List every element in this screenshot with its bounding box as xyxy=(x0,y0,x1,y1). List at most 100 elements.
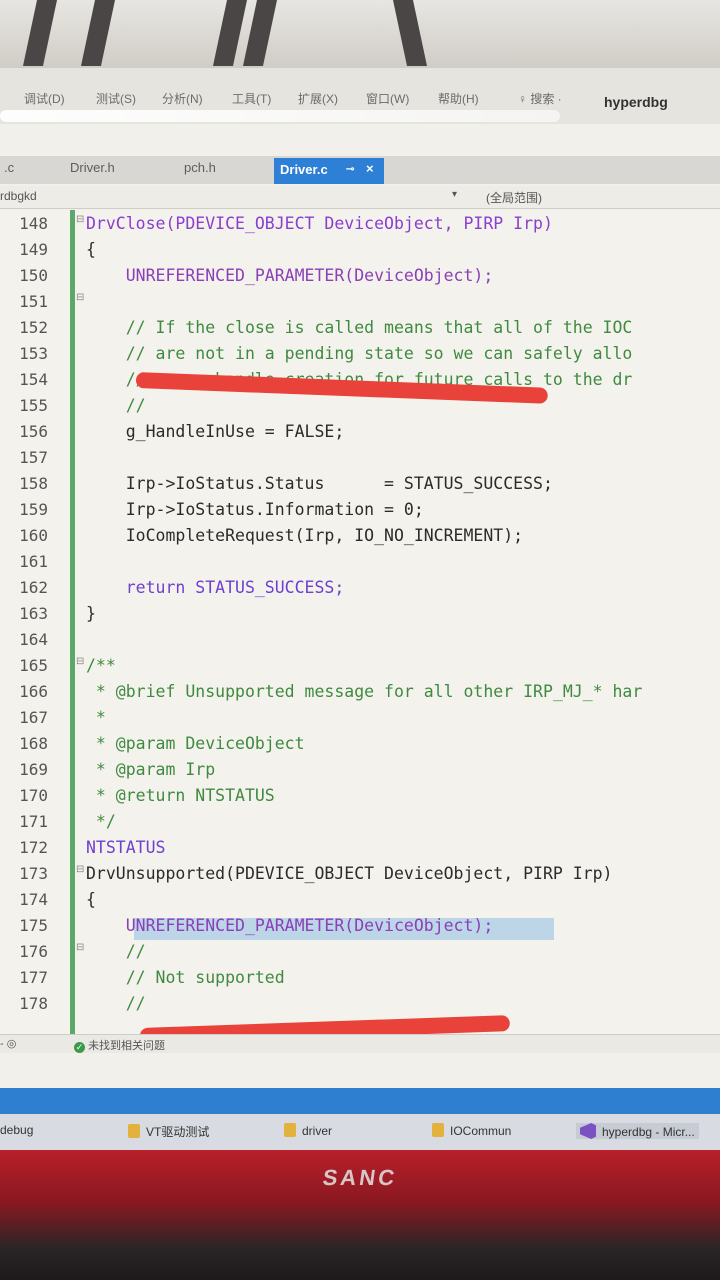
search-button[interactable]: ♀ 搜索 · xyxy=(518,90,562,107)
code-text: } xyxy=(86,604,96,623)
code-editor[interactable]: 148 ⊟ DrvClose(PDEVICE_OBJECT DeviceObje… xyxy=(0,210,720,1044)
code-line: 170 * @return NTSTATUS xyxy=(0,786,720,812)
menu-test[interactable]: 测试(S) xyxy=(96,90,136,107)
code-comment: // xyxy=(86,994,146,1013)
fold-icon[interactable]: ⊟ xyxy=(76,864,84,875)
folder-icon xyxy=(432,1123,444,1137)
check-circle-icon: ✓ xyxy=(74,1042,85,1053)
folder-icon xyxy=(128,1124,140,1138)
background-stripe xyxy=(392,0,428,66)
line-number: 157 xyxy=(19,448,48,467)
line-number: 165 xyxy=(19,656,48,675)
line-number: 159 xyxy=(19,500,48,519)
line-number: 173 xyxy=(19,864,48,883)
tab-pch-h[interactable]: pch.h xyxy=(184,160,216,175)
code-line: 164 xyxy=(0,630,720,656)
fold-icon[interactable]: ⊟ xyxy=(76,942,84,953)
menu-tools[interactable]: 工具(T) xyxy=(232,90,271,107)
project-selector[interactable]: rdbgkd xyxy=(0,189,37,203)
code-line: 161 xyxy=(0,552,720,578)
code-comment: * @return NTSTATUS xyxy=(86,786,275,805)
code-text: DrvUnsupported(PDEVICE_OBJECT DeviceObje… xyxy=(86,864,613,883)
taskbar-item-vt-test[interactable]: VT驱动测试 xyxy=(128,1123,209,1140)
code-text: UNREFERENCED_PARAMETER(DeviceObject); xyxy=(86,266,494,285)
line-number: 176 xyxy=(19,942,48,961)
fold-icon[interactable]: ⊟ xyxy=(76,214,84,225)
line-number: 155 xyxy=(19,396,48,415)
code-text: Irp->IoStatus.Status = STATUS_SUCCESS; xyxy=(86,474,553,493)
code-comment: // If the close is called means that all… xyxy=(86,318,633,337)
monitor-screen: 调试(D) 测试(S) 分析(N) 工具(T) 扩展(X) 窗口(W) 帮助(H… xyxy=(0,68,720,1150)
taskbar-item-iocommun[interactable]: IOCommun xyxy=(432,1123,511,1138)
tab-c-file[interactable]: .c xyxy=(4,160,14,175)
close-icon[interactable]: × xyxy=(366,161,374,176)
scope-selector[interactable]: (全局范围) xyxy=(486,189,542,206)
code-line: 157 xyxy=(0,448,720,474)
line-number: 156 xyxy=(19,422,48,441)
menu-analyze[interactable]: 分析(N) xyxy=(162,90,203,107)
editor-tab-strip: .c Driver.h pch.h Driver.c ⊸ × xyxy=(0,156,720,184)
code-comment: // are not in a pending state so we can … xyxy=(86,344,633,363)
line-number: 153 xyxy=(19,344,48,363)
line-number: 166 xyxy=(19,682,48,701)
code-comment: * @param Irp xyxy=(86,760,216,779)
code-comment: // Not supported xyxy=(86,968,285,987)
code-line: 173 ⊟ DrvUnsupported(PDEVICE_OBJECT Devi… xyxy=(0,864,720,890)
chevron-down-icon[interactable]: ▾ xyxy=(452,189,457,200)
code-line: 172 NTSTATUS xyxy=(0,838,720,864)
line-number: 172 xyxy=(19,838,48,857)
background-wall xyxy=(0,0,720,70)
code-line: 165 ⊟ /** xyxy=(0,656,720,682)
line-number: 149 xyxy=(19,240,48,259)
tab-driver-c-label: Driver.c xyxy=(280,162,328,177)
code-line: 152 // If the close is called means that… xyxy=(0,318,720,344)
code-line: 156 g_HandleInUse = FALSE; xyxy=(0,422,720,448)
taskbar-item-hyperdbg[interactable]: hyperdbg - Micr... xyxy=(576,1123,699,1139)
line-number: 162 xyxy=(19,578,48,597)
visual-studio-icon xyxy=(580,1123,596,1139)
code-line: 176 ⊟ // xyxy=(0,942,720,968)
line-number: 154 xyxy=(19,370,48,389)
menu-window[interactable]: 窗口(W) xyxy=(366,90,409,107)
code-text: g_HandleInUse = FALSE; xyxy=(86,422,345,441)
code-line: 160 IoCompleteRequest(Irp, IO_NO_INCREME… xyxy=(0,526,720,552)
code-line: 155 // xyxy=(0,396,720,422)
ide-status-band xyxy=(0,1088,720,1114)
code-text: { xyxy=(86,240,96,259)
line-number: 171 xyxy=(19,812,48,831)
issues-status[interactable]: ✓ 未找到相关问题 xyxy=(74,1037,165,1053)
menu-help[interactable]: 帮助(H) xyxy=(438,90,479,107)
taskbar-item-driver[interactable]: driver xyxy=(284,1123,332,1138)
tab-driver-c[interactable]: Driver.c ⊸ × xyxy=(274,158,384,184)
code-line: 153 // are not in a pending state so we … xyxy=(0,344,720,370)
background-stripe xyxy=(80,0,116,66)
code-line: 168 * @param DeviceObject xyxy=(0,734,720,760)
pin-icon[interactable]: ⊸ xyxy=(346,164,354,175)
code-text: Irp->IoStatus.Information = 0; xyxy=(86,500,424,519)
taskbar-item-debug[interactable]: debug xyxy=(0,1123,33,1137)
line-number: 170 xyxy=(19,786,48,805)
background-stripe xyxy=(212,0,248,66)
menu-debug[interactable]: 调试(D) xyxy=(24,90,65,107)
tab-driver-h[interactable]: Driver.h xyxy=(70,160,115,175)
code-text-selected: UNREFERENCED_PARAMETER(DeviceObject); xyxy=(86,916,494,935)
menu-extensions[interactable]: 扩展(X) xyxy=(298,90,338,107)
code-line: 167 * xyxy=(0,708,720,734)
fold-icon[interactable]: ⊟ xyxy=(76,656,84,667)
fold-icon[interactable]: ⊟ xyxy=(76,292,84,303)
line-number: 152 xyxy=(19,318,48,337)
line-number: 151 xyxy=(19,292,48,311)
code-line: 150 UNREFERENCED_PARAMETER(DeviceObject)… xyxy=(0,266,720,292)
background-stripe xyxy=(242,0,278,66)
code-comment: */ xyxy=(86,812,116,831)
status-bar: - ◎ ✓ 未找到相关问题 xyxy=(0,1034,720,1053)
code-comment: /** xyxy=(86,656,116,675)
line-number: 150 xyxy=(19,266,48,285)
line-number: 174 xyxy=(19,890,48,909)
zoom-control[interactable]: - ◎ xyxy=(0,1037,16,1050)
background-stripe xyxy=(22,0,58,66)
app-title: hyperdbg xyxy=(604,94,668,110)
monitor-brand-logo: SANC xyxy=(321,1165,399,1190)
line-number: 160 xyxy=(19,526,48,545)
